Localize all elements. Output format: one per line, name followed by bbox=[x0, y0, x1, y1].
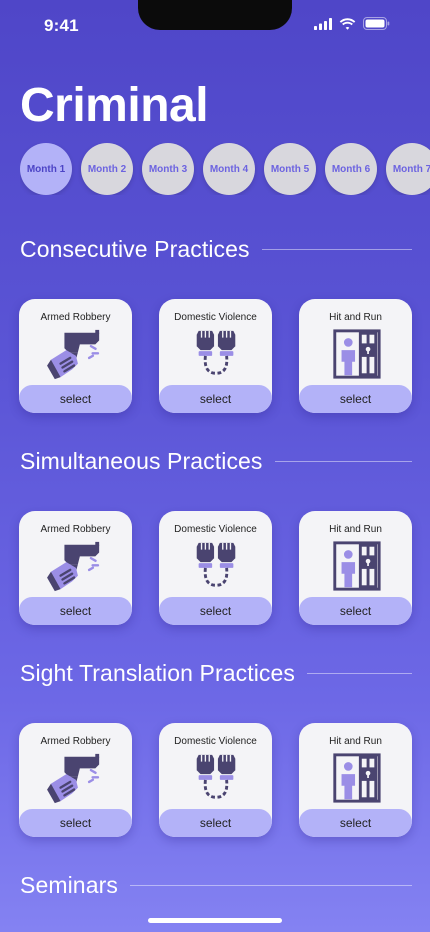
section-divider bbox=[129, 885, 412, 886]
battery-icon bbox=[363, 17, 390, 30]
section-title: Simultaneous Practices bbox=[20, 448, 263, 474]
jail-cell-icon bbox=[332, 541, 381, 591]
select-button[interactable]: select bbox=[159, 385, 272, 413]
practice-card-armed-robbery[interactable]: Armed Robbery select bbox=[19, 299, 132, 413]
card-row-sight-translation: Armed Robbery select Domestic Violence s… bbox=[19, 723, 412, 837]
select-button[interactable]: select bbox=[159, 809, 272, 837]
home-indicator[interactable] bbox=[148, 918, 282, 923]
card-title: Armed Robbery bbox=[40, 736, 111, 747]
gun-icon bbox=[46, 541, 99, 592]
section-header-sight-translation: Sight Translation Practices bbox=[20, 660, 412, 687]
select-button[interactable]: select bbox=[19, 385, 132, 413]
month-pill-7[interactable]: Month 7 bbox=[386, 143, 430, 195]
select-button[interactable]: select bbox=[299, 385, 412, 413]
section-divider bbox=[274, 461, 412, 462]
section-title: Sight Translation Practices bbox=[20, 660, 295, 686]
card-title: Hit and Run bbox=[329, 524, 382, 535]
jail-cell-icon bbox=[332, 753, 381, 803]
month-pill-4[interactable]: Month 4 bbox=[203, 143, 255, 195]
card-title: Armed Robbery bbox=[40, 312, 111, 323]
section-title: Consecutive Practices bbox=[20, 236, 250, 262]
card-title: Domestic Violence bbox=[174, 736, 257, 747]
practice-card-hit-and-run[interactable]: Hit and Run select bbox=[299, 723, 412, 837]
practice-card-domestic-violence[interactable]: Domestic Violence select bbox=[159, 511, 272, 625]
card-title: Armed Robbery bbox=[40, 524, 111, 535]
select-button[interactable]: select bbox=[299, 809, 412, 837]
status-icons bbox=[314, 17, 390, 30]
select-button[interactable]: select bbox=[19, 809, 132, 837]
practice-card-armed-robbery[interactable]: Armed Robbery select bbox=[19, 723, 132, 837]
practice-card-domestic-violence[interactable]: Domestic Violence select bbox=[159, 299, 272, 413]
month-pill-6[interactable]: Month 6 bbox=[325, 143, 377, 195]
section-header-consecutive: Consecutive Practices bbox=[20, 236, 412, 263]
month-pill-3[interactable]: Month 3 bbox=[142, 143, 194, 195]
gun-icon bbox=[46, 753, 99, 804]
device-notch bbox=[138, 0, 292, 30]
handcuffed-fists-icon bbox=[196, 542, 235, 587]
card-row-consecutive: Armed Robbery select Domestic Violence s… bbox=[19, 299, 412, 413]
section-title: Seminars bbox=[20, 872, 118, 898]
card-title: Domestic Violence bbox=[174, 312, 257, 323]
section-header-simultaneous: Simultaneous Practices bbox=[20, 448, 412, 475]
practice-card-domestic-violence[interactable]: Domestic Violence select bbox=[159, 723, 272, 837]
select-button[interactable]: select bbox=[19, 597, 132, 625]
card-title: Domestic Violence bbox=[174, 524, 257, 535]
select-button[interactable]: select bbox=[159, 597, 272, 625]
handcuffed-fists-icon bbox=[196, 754, 235, 799]
section-header-seminars: Seminars bbox=[20, 872, 412, 899]
page-title: Criminal bbox=[20, 79, 209, 132]
month-pill-2[interactable]: Month 2 bbox=[81, 143, 133, 195]
section-divider bbox=[307, 673, 412, 674]
handcuffed-fists-icon bbox=[196, 330, 235, 375]
practice-card-hit-and-run[interactable]: Hit and Run select bbox=[299, 299, 412, 413]
card-title: Hit and Run bbox=[329, 736, 382, 747]
wifi-icon bbox=[339, 17, 356, 30]
card-row-simultaneous: Armed Robbery select Domestic Violence s… bbox=[19, 511, 412, 625]
jail-cell-icon bbox=[332, 329, 381, 379]
practice-card-hit-and-run[interactable]: Hit and Run select bbox=[299, 511, 412, 625]
gun-icon bbox=[46, 329, 99, 380]
month-pill-5[interactable]: Month 5 bbox=[264, 143, 316, 195]
month-pill-1[interactable]: Month 1 bbox=[20, 143, 72, 195]
status-bar: 9:41 bbox=[0, 0, 430, 50]
practice-card-armed-robbery[interactable]: Armed Robbery select bbox=[19, 511, 132, 625]
month-selector: Month 1 Month 2 Month 3 Month 4 Month 5 … bbox=[20, 143, 430, 195]
select-button[interactable]: select bbox=[299, 597, 412, 625]
cellular-signal-icon bbox=[314, 17, 332, 30]
card-title: Hit and Run bbox=[329, 312, 382, 323]
status-time: 9:41 bbox=[44, 16, 79, 35]
section-divider bbox=[261, 249, 412, 250]
